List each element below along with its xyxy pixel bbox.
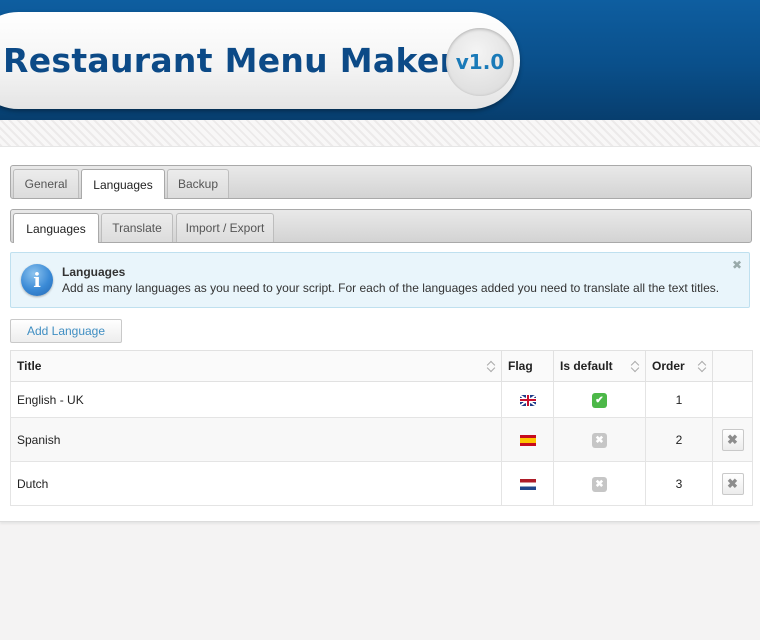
column-header-flag: Flag (501, 350, 554, 382)
table-row: English - UK ✔ 1 (10, 381, 753, 418)
main-panel: General Languages Backup Languages Trans… (0, 147, 760, 522)
column-header-is-default-label: Is default (560, 359, 613, 373)
delete-button[interactable]: ✖ (721, 472, 744, 495)
column-header-title[interactable]: Title (10, 350, 502, 382)
column-header-order-label: Order (652, 359, 685, 373)
main-tabbar: General Languages Backup (10, 165, 752, 199)
uk-flag-icon (519, 394, 536, 406)
info-notice: i Languages Add as many languages as you… (10, 252, 750, 308)
language-title: Spanish (10, 417, 502, 462)
column-header-flag-label: Flag (508, 359, 533, 373)
tab-languages[interactable]: Languages (81, 169, 165, 199)
tab-backup[interactable]: Backup (167, 169, 229, 198)
app-title: Restaurant Menu Maker (3, 41, 457, 80)
order-value: 3 (645, 461, 713, 506)
table-row: Spanish ✖ 2 ✖ (10, 417, 753, 462)
sub-tabbar: Languages Translate Import / Export (10, 209, 752, 243)
tab-general[interactable]: General (13, 169, 79, 198)
column-header-order[interactable]: Order (645, 350, 713, 382)
subtab-translate[interactable]: Translate (101, 213, 173, 242)
not-default-icon[interactable]: ✖ (592, 432, 607, 448)
order-value: 2 (645, 417, 713, 462)
default-check-icon[interactable]: ✔ (592, 392, 607, 408)
subtab-languages[interactable]: Languages (13, 213, 99, 243)
not-default-icon[interactable]: ✖ (592, 476, 607, 492)
add-language-button[interactable]: Add Language (10, 319, 122, 343)
language-title: Dutch (10, 461, 502, 506)
flag-cell (501, 417, 554, 462)
flag-cell (501, 461, 554, 506)
version-badge: v1.0 (446, 28, 514, 96)
netherlands-flag-icon (519, 478, 536, 490)
order-value: 1 (645, 381, 713, 418)
sort-icon[interactable] (698, 360, 706, 372)
column-header-actions (712, 350, 753, 382)
close-icon[interactable]: ✖ (732, 258, 742, 272)
default-cell: ✔ (553, 381, 646, 418)
table-row: Dutch ✖ 3 ✖ (10, 461, 753, 506)
column-header-title-label: Title (17, 359, 42, 373)
default-cell: ✖ (553, 417, 646, 462)
notice-text: Add as many languages as you need to you… (62, 281, 720, 295)
subtab-import-export[interactable]: Import / Export (176, 213, 274, 242)
app-header: Restaurant Menu Maker v1.0 (0, 0, 760, 120)
notice-title: Languages (62, 265, 126, 279)
info-icon: i (21, 264, 53, 296)
actions-cell: ✖ (712, 461, 753, 506)
flag-cell (501, 381, 554, 418)
delete-button[interactable]: ✖ (721, 428, 744, 451)
column-header-is-default[interactable]: Is default (553, 350, 646, 382)
actions-cell (712, 381, 753, 418)
actions-cell: ✖ (712, 417, 753, 462)
spain-flag-icon (519, 434, 536, 446)
sort-icon[interactable] (487, 360, 495, 372)
header-divider (0, 120, 760, 147)
language-title: English - UK (10, 381, 502, 418)
languages-table: Title Flag Is default Order English - UK… (10, 350, 753, 506)
sort-icon[interactable] (631, 360, 639, 372)
default-cell: ✖ (553, 461, 646, 506)
